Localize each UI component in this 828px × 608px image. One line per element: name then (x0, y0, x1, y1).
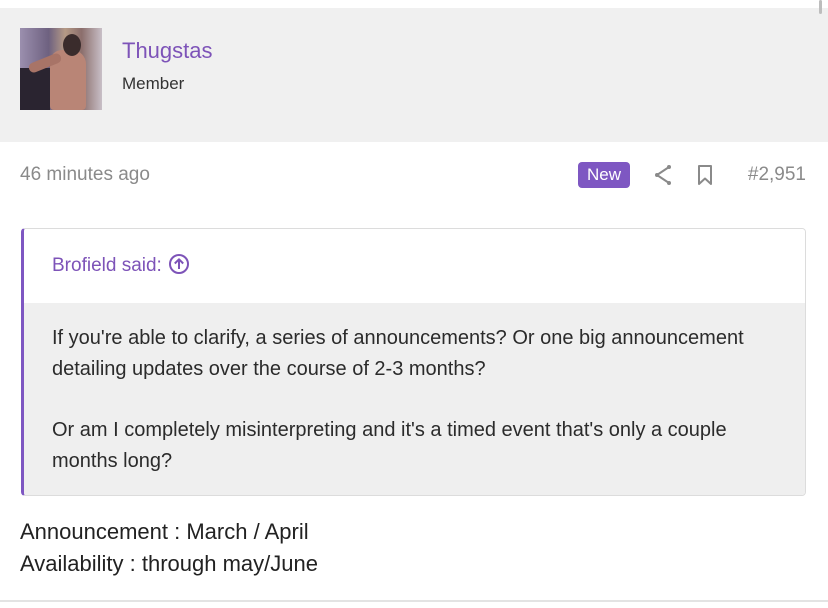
post-body: Announcement : March / April Availabilit… (20, 516, 318, 580)
quote-paragraph: Or am I completely misinterpreting and i… (52, 419, 727, 472)
quote-header[interactable]: Brofield said: (24, 229, 805, 303)
user-avatar[interactable] (20, 28, 102, 110)
bookmark-icon[interactable] (696, 164, 714, 186)
avatar-background-shadow (20, 68, 50, 110)
new-badge: New (578, 162, 630, 188)
quote-body: If you're able to clarify, a series of a… (24, 303, 805, 495)
author-block: Thugstas Member (0, 8, 828, 142)
scrollbar-thumb[interactable] (819, 0, 822, 14)
divider (0, 600, 828, 602)
username-link[interactable]: Thugstas (122, 38, 213, 64)
user-title: Member (122, 74, 185, 93)
post-number-link[interactable]: #2,951 (748, 164, 806, 186)
quote-paragraph: If you're able to clarify, a series of a… (52, 327, 744, 380)
quote-block: Brofield said: If you're able to clarify… (21, 228, 806, 496)
arrow-up-circle-icon[interactable] (168, 233, 190, 307)
share-icon[interactable] (653, 164, 673, 186)
post-line: Availability : through may/June (20, 551, 318, 576)
post-line: Announcement : March / April (20, 519, 309, 544)
avatar-figure-head (63, 34, 81, 56)
post-timestamp[interactable]: 46 minutes ago (20, 164, 150, 186)
quote-author[interactable]: Brofield said: (52, 255, 162, 276)
